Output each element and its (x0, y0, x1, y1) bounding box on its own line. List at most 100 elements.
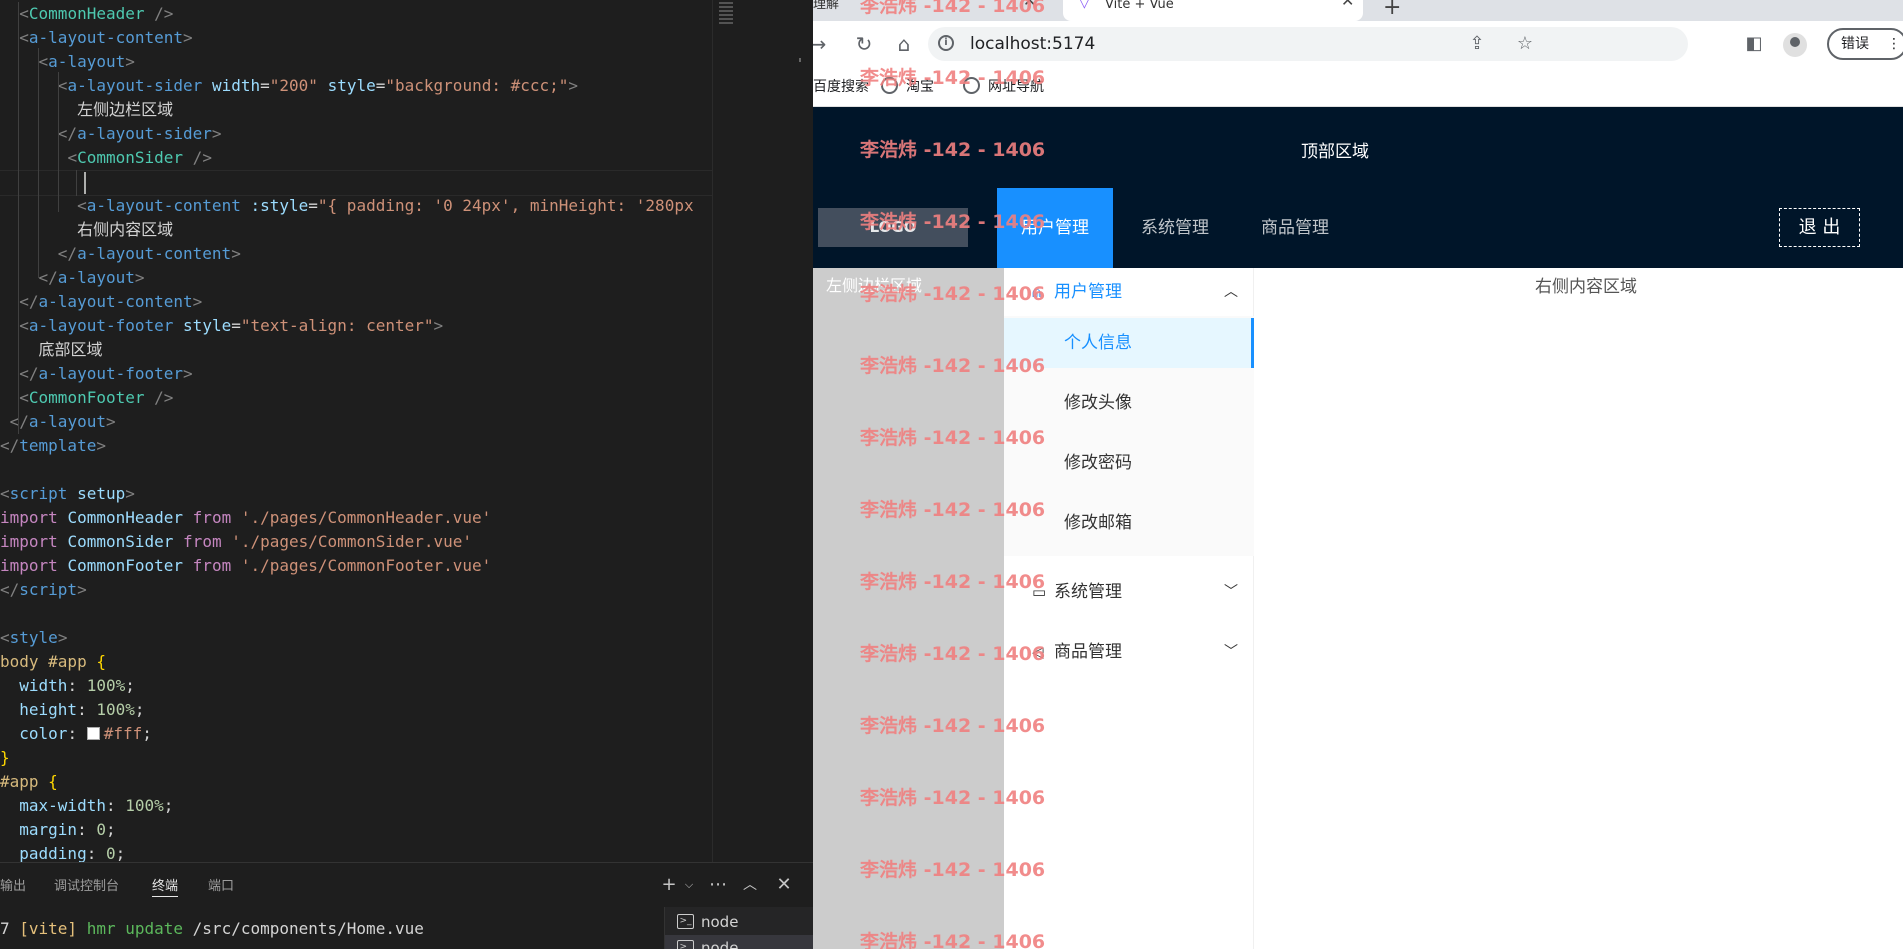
header-menu-system[interactable]: 系统管理 (1117, 188, 1233, 268)
terminal-item[interactable]: >_ node (665, 935, 813, 949)
web-page: 顶部区域 LOGO 用户管理 系统管理 商品管理 退 出 左侧边栏区域 ⍝ 用户… (813, 107, 1903, 949)
code-line[interactable]: import CommonFooter from './pages/Common… (0, 554, 491, 578)
code-line[interactable]: padding: 0; (0, 842, 125, 862)
tab-output[interactable]: 输出 (0, 877, 26, 897)
menu-group-system[interactable]: ▭ 系统管理 ﹀ (1004, 568, 1254, 616)
code-line[interactable]: </script> (0, 578, 87, 602)
code-line[interactable]: 右侧内容区域 (0, 218, 173, 242)
menu-item-email[interactable]: 修改邮箱 (1004, 498, 1254, 548)
code-line[interactable]: <CommonSider /> (0, 146, 212, 170)
star-icon[interactable]: ☆ (1512, 31, 1538, 57)
code-line[interactable]: body #app { (0, 650, 106, 674)
url-text[interactable]: localhost:5174 (970, 27, 1095, 61)
menu-group-label: 商品管理 (1054, 642, 1122, 662)
top-area: 顶部区域 (813, 107, 1903, 188)
close-icon[interactable]: ✕ (1023, 0, 1036, 9)
terminal-output[interactable]: 7 [vite] hmr update /src/components/Home… (0, 919, 424, 938)
bookmark-label: 网址导航 (988, 79, 1044, 95)
sidepanel-icon[interactable]: ◧ (1741, 31, 1767, 57)
new-tab-icon[interactable]: + (1383, 0, 1401, 20)
term-path: /src/components/Home.vue (183, 919, 424, 938)
code-line[interactable]: max-width: 100%; (0, 794, 173, 818)
home-icon[interactable]: ⌂ (891, 31, 917, 57)
browser-tab-active[interactable]: ▽ Vite + Vue ✕ (1063, 0, 1363, 21)
top-area-label: 顶部区域 (1301, 142, 1369, 162)
bookmark-nav[interactable]: 网址导航 (963, 75, 1044, 99)
tab-strip: 理解 ✕ ▽ Vite + Vue ✕ + (813, 0, 1903, 21)
code-line[interactable]: <CommonFooter /> (0, 386, 173, 410)
menu-group-products[interactable]: ◁ 商品管理 ﹀ (1004, 628, 1254, 676)
panel-tabs: 输出 调试控制台 终端 端口 + ⌵ ⋯ ︿ ✕ (0, 863, 813, 907)
code-line[interactable]: 底部区域 (0, 338, 103, 362)
sider-area (813, 268, 1004, 949)
menu-item-password[interactable]: 修改密码 (1004, 438, 1254, 488)
code-line[interactable]: <a-layout-sider width="200" style="backg… (0, 74, 578, 98)
code-line[interactable]: 左侧边栏区域 (0, 98, 173, 122)
code-line[interactable]: import CommonHeader from './pages/Common… (0, 506, 491, 530)
reload-icon[interactable]: ↻ (851, 31, 877, 57)
code-line[interactable]: height: 100%; (0, 698, 144, 722)
side-menu: ⍝ 用户管理 ︿ 个人信息 修改头像 修改密码 修改邮箱 ▭ 系统管理 ﹀ ◁ (1004, 268, 1254, 949)
bookmark-baidu[interactable]: 百度搜索 (813, 75, 869, 99)
header-menu-products[interactable]: 商品管理 (1237, 188, 1353, 268)
globe-icon (881, 77, 898, 94)
term-vite: [vite] (19, 919, 78, 938)
terminal-item[interactable]: >_ node (665, 909, 813, 935)
code-line[interactable]: <a-layout> (0, 50, 135, 74)
code-line[interactable]: </a-layout> (0, 266, 145, 290)
tab-ports[interactable]: 端口 (208, 877, 234, 897)
bookmarks-bar: 百度搜索 淘宝 网址导航 (813, 67, 1903, 107)
chevron-up-icon: ︿ (1224, 284, 1238, 300)
terminal-name: node (701, 939, 739, 949)
logout-button[interactable]: 退 出 (1779, 208, 1860, 247)
code-line[interactable]: </a-layout-content> (0, 242, 241, 266)
app-header: LOGO 用户管理 系统管理 商品管理 退 出 (813, 188, 1903, 268)
code-area[interactable]: <CommonHeader /> <a-layout-content> <a-l… (0, 0, 712, 862)
share-icon[interactable]: ⇪ (1464, 31, 1490, 57)
code-line[interactable]: } (0, 746, 10, 770)
error-label: 错误 (1841, 36, 1869, 52)
more-icon[interactable]: ⋮ (1887, 30, 1901, 58)
forward-icon[interactable]: → (813, 31, 831, 57)
code-line[interactable]: <CommonHeader /> (0, 2, 173, 26)
tab-terminal[interactable]: 终端 (152, 877, 179, 897)
header-menu-users[interactable]: 用户管理 (997, 188, 1113, 268)
code-line[interactable]: <style> (0, 626, 67, 650)
info-icon[interactable]: i (938, 35, 954, 51)
code-line[interactable]: <script setup> (0, 482, 135, 506)
code-line[interactable]: <a-layout-content> (0, 26, 192, 50)
address-bar[interactable]: i localhost:5174 ⇪ ☆ (928, 27, 1688, 61)
code-line[interactable]: color: #fff; (0, 722, 152, 746)
profile-avatar[interactable] (1783, 33, 1807, 57)
menu-item-profile[interactable]: 个人信息 (1004, 318, 1254, 368)
code-line[interactable]: </a-layout-footer> (0, 362, 192, 386)
color-swatch[interactable] (86, 727, 100, 740)
plus-icon[interactable]: + (659, 873, 679, 897)
term-prefix: 7 (0, 919, 20, 938)
chevron-down-icon[interactable]: ⌵ (679, 873, 699, 897)
code-line[interactable]: <a-layout-content :style="{ padding: '0 … (0, 194, 694, 218)
code-line[interactable]: import CommonSider from './pages/CommonS… (0, 530, 472, 554)
browser-toolbar: → ↻ ⌂ i localhost:5174 ⇪ ☆ ◧ 错误 ⋮ (813, 21, 1903, 67)
code-line[interactable]: #app { (0, 770, 58, 794)
desktop: <CommonHeader /> <a-layout-content> <a-l… (0, 0, 1903, 949)
code-line[interactable]: </a-layout-sider> (0, 122, 222, 146)
close-icon[interactable]: ✕ (1341, 0, 1354, 9)
browser-tab[interactable]: 理解 ✕ (813, 0, 1043, 21)
chevron-up-icon[interactable]: ︿ (740, 873, 760, 897)
tab-debug-console[interactable]: 调试控制台 (54, 877, 119, 897)
menu-group-label: 系统管理 (1054, 582, 1122, 602)
menu-item-avatar[interactable]: 修改头像 (1004, 378, 1254, 428)
code-line[interactable]: width: 100%; (0, 674, 135, 698)
code-line[interactable]: <a-layout-footer style="text-align: cent… (0, 314, 443, 338)
code-line[interactable]: </template> (0, 434, 106, 458)
bookmark-taobao[interactable]: 淘宝 (881, 75, 934, 99)
close-icon[interactable]: ✕ (774, 873, 794, 897)
more-icon[interactable]: ⋯ (708, 873, 728, 897)
error-button[interactable]: 错误 ⋮ (1827, 28, 1903, 60)
editor-scrollbar[interactable] (796, 0, 810, 862)
code-line[interactable]: margin: 0; (0, 818, 115, 842)
browser-window: 理解 ✕ ▽ Vite + Vue ✕ + → ↻ ⌂ i localhost:517… (813, 0, 1903, 949)
code-line[interactable]: </a-layout-content> (0, 290, 202, 314)
menu-group-users[interactable]: ⍝ 用户管理 ︿ (1004, 268, 1254, 316)
